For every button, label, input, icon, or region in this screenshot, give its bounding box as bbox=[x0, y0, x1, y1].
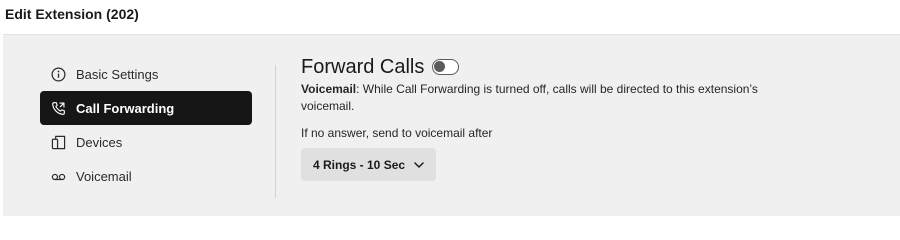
sidebar-item-label: Call Forwarding bbox=[76, 100, 175, 116]
forward-calls-toggle[interactable] bbox=[432, 59, 460, 75]
forwarding-description: Voicemail: While Call Forwarding is turn… bbox=[301, 81, 791, 115]
toggle-knob bbox=[434, 61, 446, 72]
ring-count-select[interactable]: 4 Rings - 10 Sec bbox=[301, 148, 436, 181]
sidebar-item-devices[interactable]: Devices bbox=[40, 125, 252, 159]
sidebar-item-call-forwarding[interactable]: Call Forwarding bbox=[40, 91, 252, 125]
description-text: : While Call Forwarding is turned off, c… bbox=[301, 82, 758, 113]
description-bold: Voicemail bbox=[301, 82, 357, 96]
settings-panel: Basic Settings Call Forwarding Devices V… bbox=[3, 34, 900, 216]
chevron-down-icon bbox=[414, 161, 424, 168]
sidebar-item-voicemail[interactable]: Voicemail bbox=[40, 159, 252, 193]
ring-count-value: 4 Rings - 10 Sec bbox=[313, 157, 406, 172]
devices-icon bbox=[50, 134, 66, 150]
sidebar-nav: Basic Settings Call Forwarding Devices V… bbox=[40, 57, 252, 193]
title-row: Forward Calls bbox=[301, 55, 841, 79]
call-forwarding-section: Forward Calls Voicemail: While Call Forw… bbox=[301, 55, 841, 181]
section-title: Forward Calls bbox=[301, 55, 425, 78]
sidebar-item-label: Devices bbox=[76, 134, 123, 150]
sidebar-item-basic-settings[interactable]: Basic Settings bbox=[40, 57, 252, 91]
phone-forward-icon bbox=[50, 100, 66, 116]
vertical-divider bbox=[275, 65, 276, 198]
info-circle-icon bbox=[50, 66, 66, 82]
no-answer-label: If no answer, send to voicemail after bbox=[301, 126, 493, 140]
voicemail-icon bbox=[50, 168, 66, 184]
page-title: Edit Extension (202) bbox=[5, 6, 139, 22]
sidebar-item-label: Basic Settings bbox=[76, 66, 159, 82]
sidebar-item-label: Voicemail bbox=[76, 168, 132, 184]
